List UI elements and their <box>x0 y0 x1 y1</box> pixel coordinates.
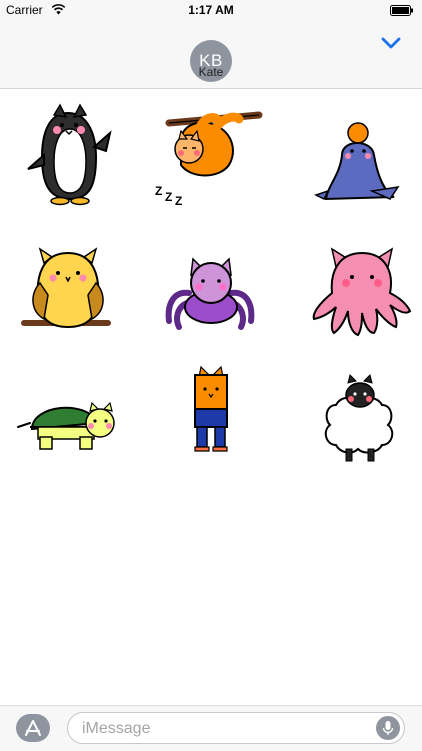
chevron-down-icon[interactable] <box>380 36 402 50</box>
penguin-sticker[interactable] <box>10 95 130 215</box>
contact-name[interactable]: Kate <box>0 65 422 79</box>
sticker-grid: Z Z Z <box>0 89 422 705</box>
svg-text:Z: Z <box>155 184 162 198</box>
status-time: 1:17 AM <box>188 3 234 17</box>
message-bar: iMessage <box>0 705 422 751</box>
conversation-header: KB Kate <box>0 20 422 89</box>
status-bar: Carrier 1:17 AM <box>0 0 422 20</box>
turtle-sticker[interactable] <box>10 365 130 485</box>
svg-text:Z: Z <box>165 190 172 204</box>
sloth-sticker[interactable]: Z Z Z <box>151 95 271 215</box>
battery-icon <box>390 5 413 16</box>
owl-sticker[interactable] <box>10 237 130 357</box>
orange-cat-sticker[interactable] <box>151 365 271 485</box>
seal-sticker[interactable] <box>302 95 422 215</box>
message-input[interactable]: iMessage <box>67 712 405 744</box>
app-store-button[interactable] <box>16 714 50 742</box>
microphone-icon <box>382 721 394 735</box>
microphone-button[interactable] <box>376 716 400 740</box>
sheep-sticker[interactable] <box>302 365 422 485</box>
octopus-sticker[interactable] <box>302 237 422 357</box>
app-store-icon <box>25 720 41 736</box>
spider-sticker[interactable] <box>151 237 271 357</box>
svg-text:Z: Z <box>175 194 182 208</box>
message-placeholder: iMessage <box>82 720 151 737</box>
